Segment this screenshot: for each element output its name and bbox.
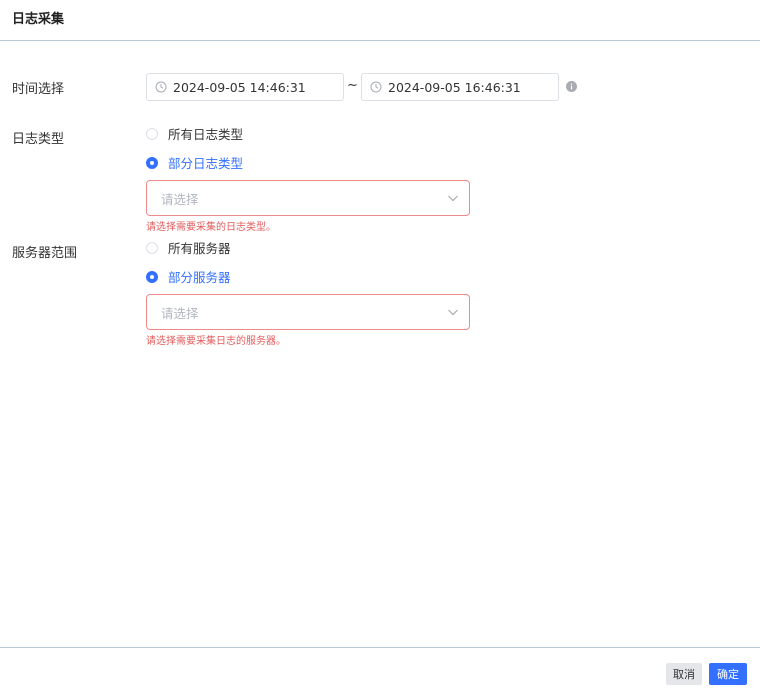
radio-circle-checked <box>146 156 158 169</box>
dialog-header: 日志采集 <box>0 0 760 41</box>
start-time-input[interactable]: 2024-09-05 14:46:31 <box>146 73 344 101</box>
footer-divider <box>0 647 760 648</box>
clock-icon <box>370 81 382 93</box>
select-placeholder: 请选择 <box>161 191 199 207</box>
dialog-title: 日志采集 <box>12 12 65 27</box>
end-time-input[interactable]: 2024-09-05 16:46:31 <box>361 73 559 101</box>
radio-partial-servers[interactable]: 部分服务器 <box>146 267 231 286</box>
radio-partial-log-types[interactable]: 部分日志类型 <box>146 153 243 172</box>
radio-all-log-types[interactable]: 所有日志类型 <box>146 124 243 143</box>
chevron-down-icon <box>448 195 458 202</box>
radio-label: 所有日志类型 <box>168 127 244 142</box>
radio-label: 部分日志类型 <box>168 156 244 171</box>
radio-all-servers[interactable]: 所有服务器 <box>146 238 231 257</box>
log-type-error: 请选择需要采集的日志类型。 <box>146 222 276 233</box>
end-time-value: 2024-09-05 16:46:31 <box>388 79 521 95</box>
clock-icon <box>155 81 167 93</box>
radio-label: 部分服务器 <box>168 270 231 285</box>
select-placeholder: 请选择 <box>161 305 199 321</box>
chevron-down-icon <box>448 309 458 316</box>
info-icon[interactable] <box>566 81 577 92</box>
radio-circle <box>146 241 158 254</box>
radio-circle <box>146 127 158 140</box>
start-time-value: 2024-09-05 14:46:31 <box>173 79 306 95</box>
log-type-select[interactable]: 请选择 <box>146 180 470 216</box>
date-range-separator: ~ <box>347 78 358 93</box>
server-error: 请选择需要采集日志的服务器。 <box>146 336 286 347</box>
radio-circle-checked <box>146 270 158 283</box>
server-select[interactable]: 请选择 <box>146 294 470 330</box>
time-label: 时间选择 <box>12 82 65 97</box>
radio-label: 所有服务器 <box>168 241 231 256</box>
server-scope-label: 服务器范围 <box>12 246 78 261</box>
confirm-button[interactable]: 确定 <box>709 663 747 685</box>
log-type-label: 日志类型 <box>12 132 65 147</box>
cancel-button[interactable]: 取消 <box>666 663 702 685</box>
